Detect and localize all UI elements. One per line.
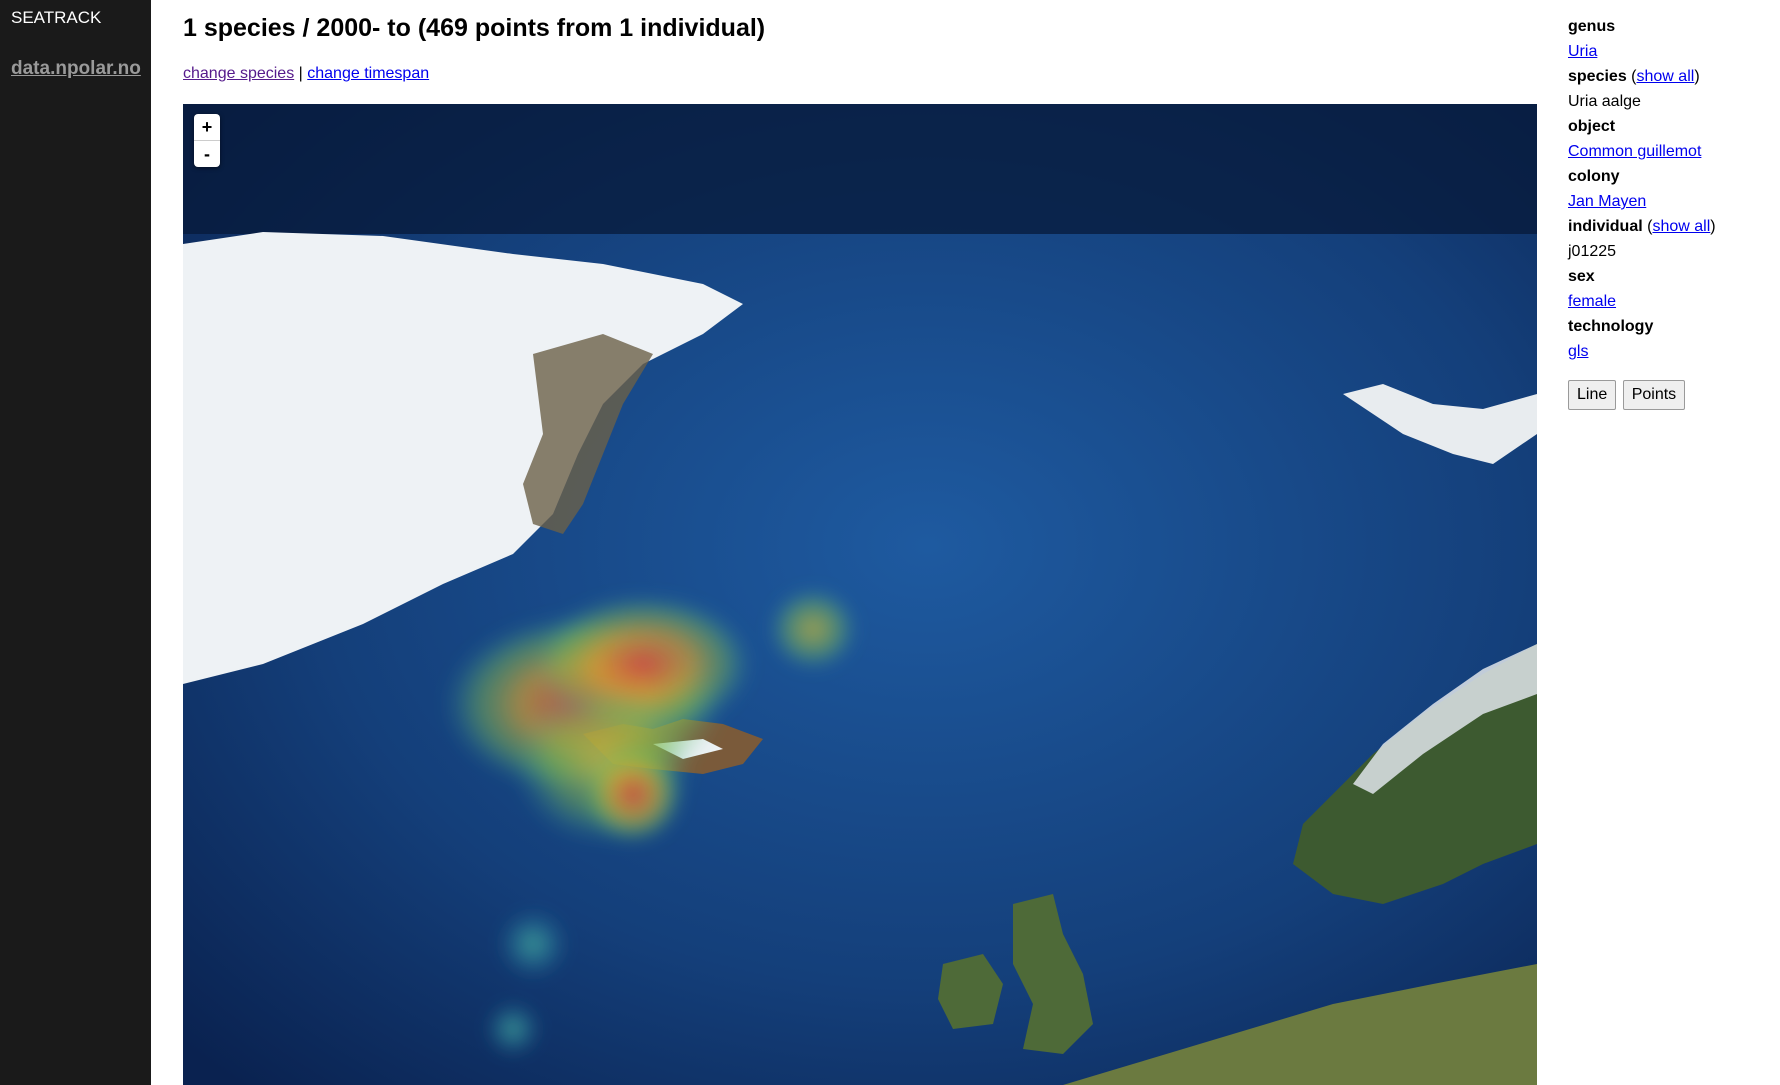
genus-label: genus — [1568, 18, 1616, 35]
nav-links: change species | change timespan — [183, 65, 429, 83]
sidebar: SEATRACK data.npolar.no — [0, 0, 151, 1085]
app-title: SEATRACK — [11, 8, 102, 27]
sex-label: sex — [1568, 268, 1595, 285]
individual-value: j01225 — [1568, 243, 1617, 260]
colony-label: colony — [1568, 168, 1620, 185]
technology-label: technology — [1568, 318, 1654, 335]
individual-show-all-link[interactable]: show all — [1652, 218, 1710, 235]
genus-link[interactable]: Uria — [1568, 43, 1597, 60]
species-show-all-link[interactable]: show all — [1637, 68, 1695, 85]
details-panel: genus Uria species (show all) Uria aalge… — [1568, 14, 1773, 364]
zoom-in-button[interactable]: + — [194, 114, 220, 140]
species-value: Uria aalge — [1568, 93, 1641, 110]
individual-label: individual — [1568, 218, 1643, 235]
species-label-row: species (show all) — [1568, 68, 1700, 85]
points-button[interactable]: Points — [1622, 380, 1686, 410]
map-imagery — [183, 104, 1537, 1085]
object-link[interactable]: Common guillemot — [1568, 143, 1701, 160]
change-timespan-link[interactable]: change timespan — [307, 65, 429, 82]
nav-separator: | — [298, 65, 303, 82]
species-label: species — [1568, 68, 1627, 85]
object-label: object — [1568, 118, 1616, 135]
brand-link[interactable]: data.npolar.no — [11, 58, 141, 80]
technology-link[interactable]: gls — [1568, 343, 1588, 360]
zoom-control: + - — [194, 114, 220, 167]
map-view[interactable]: + - — [183, 104, 1537, 1085]
page-title: 1 species / 2000- to (469 points from 1 … — [183, 14, 766, 42]
zoom-out-button[interactable]: - — [194, 140, 220, 167]
line-button[interactable]: Line — [1568, 380, 1617, 410]
individual-label-row: individual (show all) — [1568, 218, 1716, 235]
sex-link[interactable]: female — [1568, 293, 1616, 310]
change-species-link[interactable]: change species — [183, 65, 294, 82]
colony-link[interactable]: Jan Mayen — [1568, 193, 1646, 210]
view-mode-buttons: Line Points — [1568, 380, 1687, 410]
